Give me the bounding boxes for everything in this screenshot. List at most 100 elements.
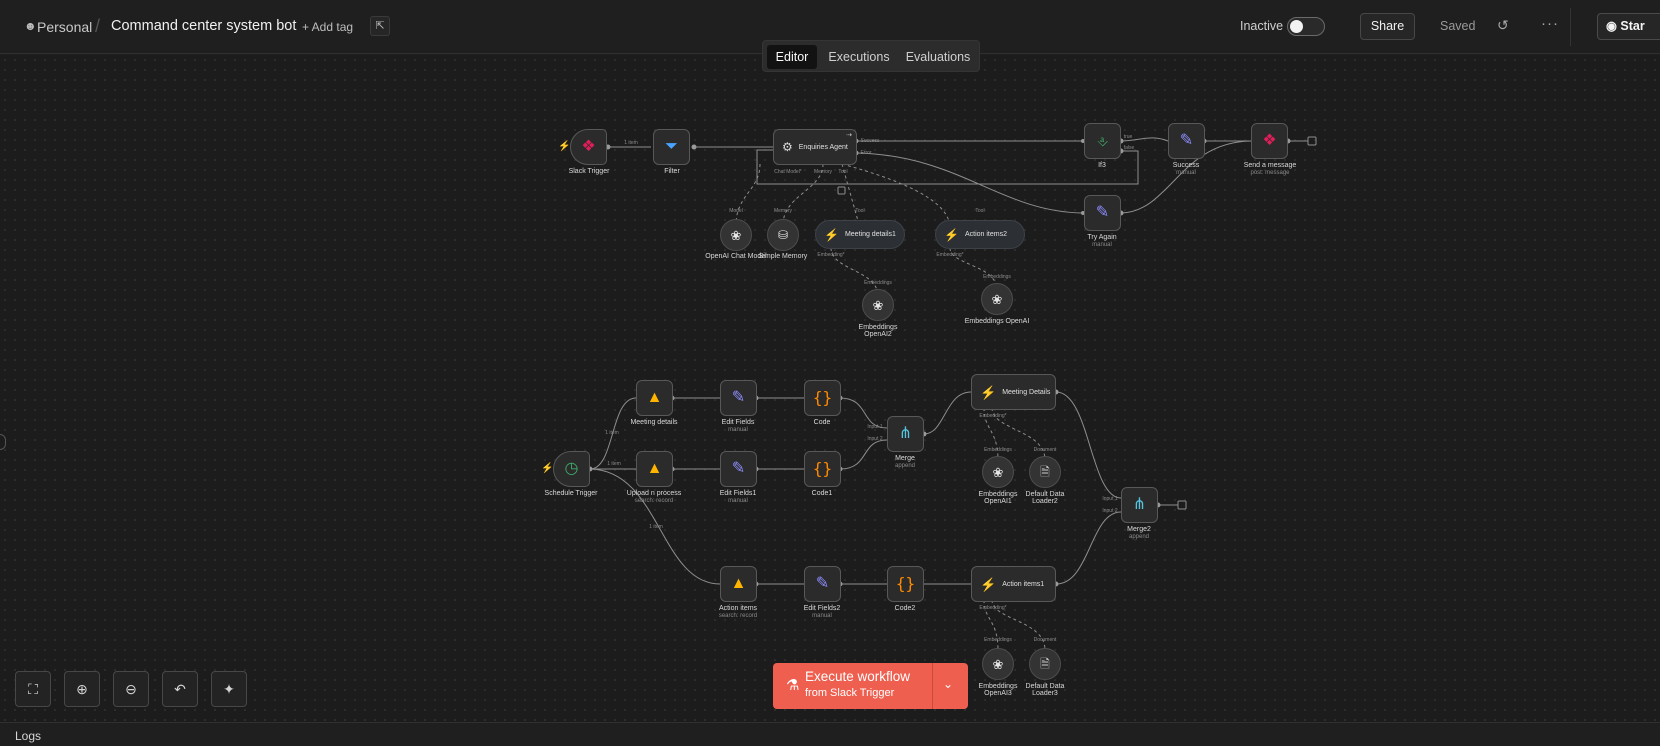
undo-button[interactable]: ↶ (162, 671, 198, 707)
logs-panel-bar[interactable]: Logs (0, 722, 1660, 746)
node-edit-fields2[interactable]: ✎ (804, 566, 841, 602)
more-options-icon[interactable]: ··· (1541, 15, 1559, 32)
node-openai-chat-model[interactable]: ❀ (720, 219, 752, 251)
node-slack-trigger[interactable]: ❖ (570, 129, 607, 165)
zoom-out-icon: ⊖ (125, 681, 137, 697)
node-subtitle: manual (728, 427, 748, 433)
node-edit-fields1[interactable]: ✎ (720, 451, 757, 487)
zoom-out-button[interactable]: ⊖ (113, 671, 149, 707)
node-label: Meeting details (630, 419, 678, 426)
port-label: Input 1 (867, 424, 883, 430)
fit-view-icon: ⛶ (28, 681, 38, 697)
node-label: Filter (664, 168, 680, 175)
node-if3[interactable]: ⎀ (1084, 123, 1121, 159)
port-label: Embedding* (979, 605, 1007, 611)
node-send-message[interactable]: ❖ (1251, 123, 1288, 159)
archive-icon[interactable]: ⇱ (370, 16, 390, 36)
node-embeddings-openai[interactable]: ❀ (981, 283, 1013, 315)
node-subtitle: manual (1176, 170, 1196, 176)
execute-workflow-button[interactable]: ⚗ Execute workflow from Slack Trigger ⌄ (773, 663, 968, 709)
share-button[interactable]: Share (1360, 13, 1415, 40)
saved-status: Saved (1440, 19, 1476, 33)
node-schedule-trigger[interactable]: ◷ (553, 451, 590, 487)
vector-store-icon: ⚡ (944, 227, 959, 242)
openai-icon: ❀ (992, 464, 1004, 480)
broom-icon: ✦ (223, 681, 235, 697)
chevron-down-icon[interactable]: ⌄ (943, 677, 953, 691)
port-label: Embedding* (817, 252, 845, 258)
node-filter[interactable]: ⏷ (653, 129, 690, 165)
node-embeddings-openai1[interactable]: ❀ (982, 456, 1014, 488)
port-label: Embeddings (864, 280, 892, 286)
node-label: Enquiries Agent (798, 143, 848, 151)
active-toggle[interactable] (1287, 17, 1325, 36)
openai-icon: ❀ (992, 656, 1004, 672)
workflow-title[interactable]: Command center system bot (111, 18, 296, 34)
node-default-data-loader3[interactable]: 🗎 (1029, 648, 1061, 680)
document-icon: 🗎 (1040, 657, 1050, 671)
edge-label: 1 item (605, 430, 619, 436)
node-code1[interactable]: {} (804, 451, 841, 487)
add-tag-button[interactable]: + Add tag (302, 20, 353, 34)
github-star-button[interactable]: ◉ Star (1597, 13, 1660, 40)
node-label: Edit Fields (721, 419, 755, 426)
code-braces-icon: {} (895, 574, 916, 593)
node-label: Action items2 (964, 231, 1007, 238)
node-action-items[interactable]: ▲ (720, 566, 757, 602)
node-action-items1[interactable]: ⚡ Action items1 (971, 566, 1056, 602)
code-braces-icon: {} (812, 459, 833, 478)
header-divider (1570, 8, 1571, 46)
openai-icon: ❀ (872, 297, 884, 313)
node-subtitle: append (894, 463, 916, 469)
history-icon[interactable]: ↺ (1497, 17, 1509, 34)
node-code2[interactable]: {} (887, 566, 924, 602)
node-edit-fields[interactable]: ✎ (720, 380, 757, 416)
edge-label: 1 item (624, 140, 638, 146)
node-meeting-details-store[interactable]: ⚡ Meeting Details (971, 374, 1056, 410)
node-label: Default Data Loader2 (1025, 491, 1065, 505)
node-subtitle: append (1128, 534, 1150, 540)
star-label: Star (1620, 19, 1645, 33)
node-success[interactable]: ✎ (1168, 123, 1205, 159)
node-merge2[interactable]: ⋔ (1121, 487, 1158, 523)
tidy-up-button[interactable]: ✦ (211, 671, 247, 707)
node-meeting-details1[interactable]: ⚡ Meeting details1 (815, 220, 905, 249)
node-merge[interactable]: ⋔ (887, 416, 924, 452)
node-upload-n-process[interactable]: ▲ (636, 451, 673, 487)
node-label: OpenAI Chat Model (705, 253, 767, 260)
pencil-icon: ✎ (1095, 204, 1110, 221)
node-action-items2[interactable]: ⚡ Action items2 (935, 220, 1025, 249)
node-meeting-details[interactable]: ▲ (636, 380, 673, 416)
node-embeddings-openai2[interactable]: ❀ (862, 289, 894, 321)
clock-icon: ◷ (564, 460, 579, 477)
port-label: Memory (813, 169, 833, 175)
execute-title: Execute workflow (805, 669, 911, 684)
port-label: Tool (838, 169, 848, 175)
tab-evaluations[interactable]: Evaluations (899, 45, 977, 69)
edge-label: Success (860, 138, 880, 144)
node-enquiries-agent[interactable]: ⚙ Enquiries Agent ⇢ (773, 129, 857, 165)
node-try-again[interactable]: ✎ (1084, 195, 1121, 231)
node-label: Upload n process (626, 490, 682, 497)
node-default-data-loader2[interactable]: 🗎 (1029, 456, 1061, 488)
tab-editor[interactable]: Editor (767, 45, 817, 69)
execute-divider (932, 663, 933, 709)
vector-store-icon: ⚡ (824, 227, 839, 242)
fit-view-button[interactable]: ⛶ (15, 671, 51, 707)
node-simple-memory[interactable]: ⛁ (767, 219, 799, 251)
active-status-label: Inactive (1240, 19, 1284, 33)
node-subtitle: manual (728, 498, 748, 504)
slack-icon: ❖ (581, 138, 596, 155)
tab-executions[interactable]: Executions (821, 45, 897, 69)
edge-label: Error (860, 150, 872, 156)
node-subtitle: search: record (634, 498, 674, 504)
port-label: Document (1033, 637, 1057, 643)
merge-icon: ⋔ (1132, 496, 1147, 513)
workspace-breadcrumb[interactable]: Personal (37, 19, 92, 35)
port-label: Chat Model* (774, 169, 802, 175)
port-label: Input 2 (1102, 508, 1118, 514)
zoom-in-button[interactable]: ⊕ (64, 671, 100, 707)
node-code[interactable]: {} (804, 380, 841, 416)
view-tabs: Editor Executions Evaluations (762, 40, 980, 72)
node-embeddings-openai3[interactable]: ❀ (982, 648, 1014, 680)
